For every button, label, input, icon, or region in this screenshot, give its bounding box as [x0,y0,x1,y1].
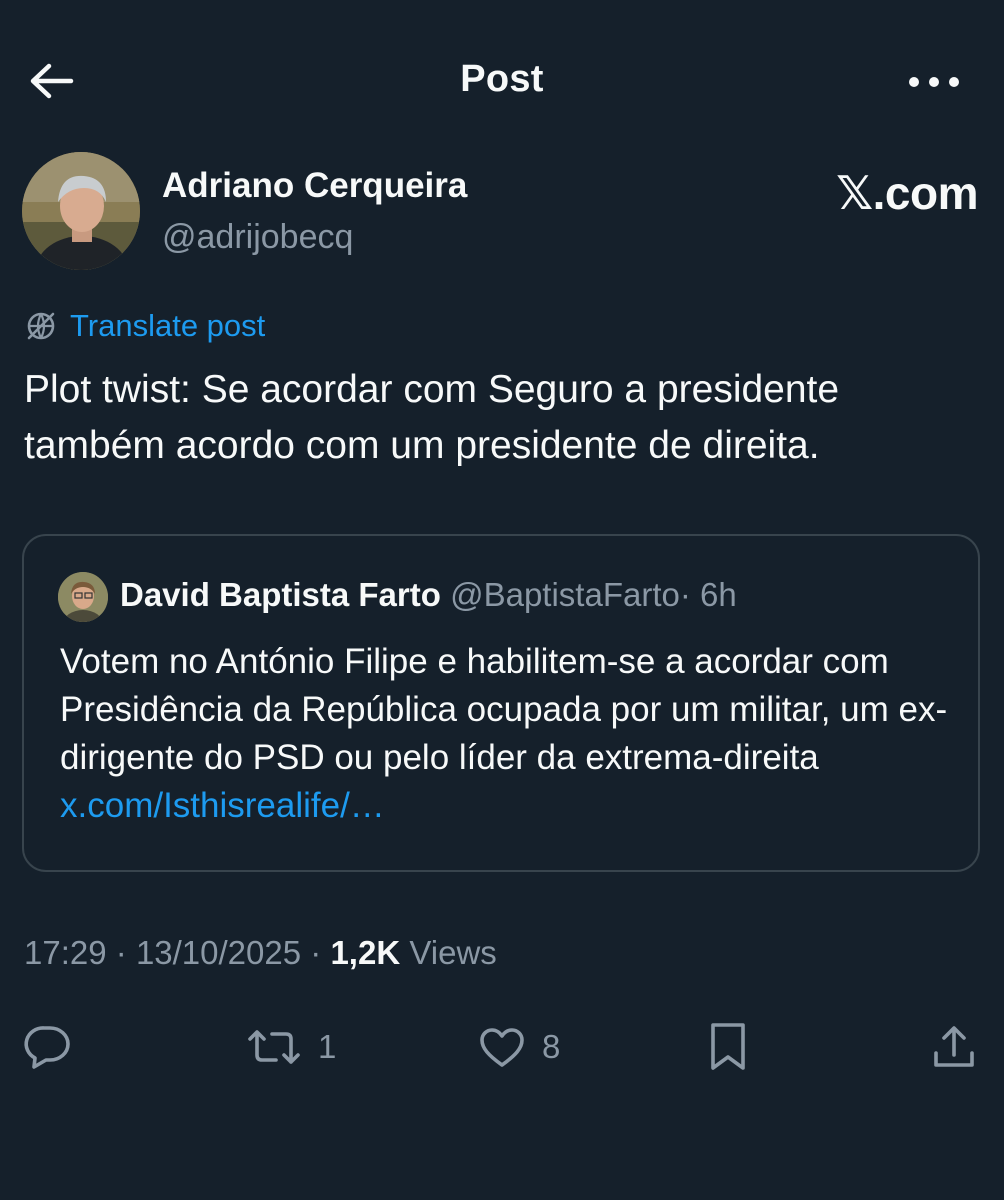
meta-separator: · [310,934,322,971]
page-title: Post [460,58,544,100]
repost-count: 1 [318,1028,337,1065]
reply-icon [24,1026,70,1069]
bookmark-icon [711,1023,745,1070]
views-count: 1,2K [330,934,401,971]
quote-time: 6h [700,576,737,613]
watermark: 𝕏.com [836,167,978,219]
action-bar: 1 8 [0,1012,1004,1082]
post-time: 17:29 [24,934,107,971]
author-name[interactable]: Adriano Cerqueira [162,166,467,206]
meta-separator: · [115,934,127,971]
quote-separator: · [679,576,691,613]
views-label: Views [409,934,497,971]
quote-author-name: David Baptista Farto [120,576,441,613]
ellipsis-icon [909,77,959,87]
post-meta: 17:29 · 13/10/2025 · 1,2K Views [24,934,497,972]
globe-icon [27,312,55,340]
quote-link[interactable]: x.com/Isthisrealife/… [60,786,385,825]
like-count: 8 [542,1028,561,1065]
quote-body: Votem no António Filipe e habilitem-se a… [60,642,948,777]
author-row: Adriano Cerqueira @adrijobecq 𝕏.com [22,152,982,272]
reply-button[interactable] [22,1012,72,1082]
author-handle[interactable]: @adrijobecq [162,218,353,257]
bookmark-button[interactable] [706,1012,750,1082]
translate-label: Translate post [70,308,266,343]
quote-text: Votem no António Filipe e habilitem-se a… [60,638,960,830]
like-button[interactable]: 8 [478,1012,560,1082]
avatar[interactable] [22,152,140,270]
repost-icon [248,1030,300,1064]
quote-author-handle: @BaptistaFarto [450,576,680,613]
share-button[interactable] [930,1012,978,1082]
top-bar: Post [0,40,1004,120]
repost-button[interactable]: 1 [246,1012,336,1082]
translate-post-link[interactable]: Translate post [24,304,265,348]
more-options-button[interactable] [904,64,964,100]
heart-icon [480,1028,524,1067]
share-icon [934,1026,974,1067]
quote-header: David Baptista Farto @BaptistaFarto· 6h [120,576,737,614]
post-date: 13/10/2025 [135,934,302,971]
quoted-post[interactable]: David Baptista Farto @BaptistaFarto· 6h … [22,534,980,872]
quote-avatar [58,572,108,622]
post-text: Plot twist: Se acordar com Seguro a pres… [24,368,840,467]
